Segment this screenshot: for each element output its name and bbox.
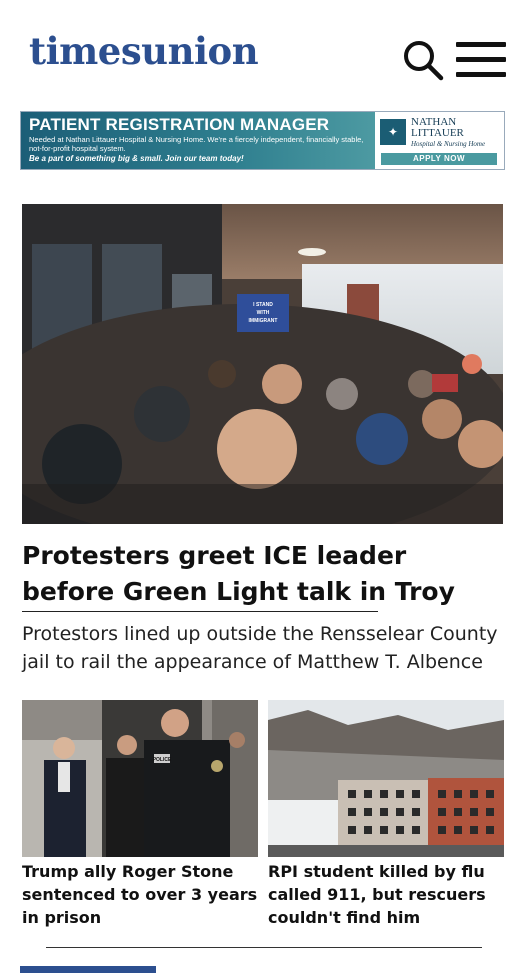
police-badge: POLICE [153, 757, 172, 763]
ad-text-panel: PATIENT REGISTRATION MANAGER Needed at N… [21, 112, 375, 169]
site-header: timesunion [0, 0, 528, 110]
hero-headline[interactable]: Protesters greet ICE leader before Green… [22, 538, 492, 610]
ad-title: PATIENT REGISTRATION MANAGER [29, 115, 330, 134]
story-card[interactable]: POLICE Trump ally Roger Stone sentenced … [22, 700, 258, 929]
ad-tagline: Be a part of something big & small. Join… [29, 154, 244, 163]
section-tab-indicator [20, 966, 156, 973]
ad-brand-line2: LITTAUER [411, 127, 464, 139]
advertisement-banner[interactable]: PATIENT REGISTRATION MANAGER Needed at N… [20, 111, 505, 170]
svg-text:IMMIGRANT: IMMIGRANT [249, 318, 278, 324]
story-headline[interactable]: RPI student killed by flu called 911, bu… [268, 860, 504, 929]
story-headline[interactable]: Trump ally Roger Stone sentenced to over… [22, 860, 258, 929]
ad-body: Needed at Nathan Littauer Hospital & Nur… [29, 135, 364, 153]
ad-brand-sub: Hospital & Nursing Home [411, 140, 486, 148]
hero-summary: Protestors lined up outside the Renssele… [22, 623, 498, 673]
svg-text:I STAND: I STAND [253, 302, 273, 308]
story-photo[interactable] [268, 700, 504, 857]
hero-photo[interactable]: I STAND WITH IMMIGRANT [22, 204, 503, 524]
ad-brand-panel: ✦ NATHAN LITTAUER Hospital & Nursing Hom… [375, 112, 504, 169]
hamburger-menu-icon[interactable] [456, 42, 506, 78]
svg-text:WITH: WITH [257, 310, 270, 316]
apply-now-button[interactable]: APPLY NOW [381, 153, 497, 165]
ad-brand: NATHAN LITTAUER Hospital & Nursing Home [411, 117, 485, 150]
section-divider [46, 947, 482, 948]
site-logo[interactable]: timesunion [29, 33, 259, 70]
story-card[interactable]: RPI student killed by flu called 911, bu… [268, 700, 504, 929]
headline-divider [22, 611, 378, 612]
search-icon[interactable] [402, 39, 444, 81]
hospital-logo-icon: ✦ [380, 119, 406, 145]
story-photo[interactable]: POLICE [22, 700, 258, 857]
